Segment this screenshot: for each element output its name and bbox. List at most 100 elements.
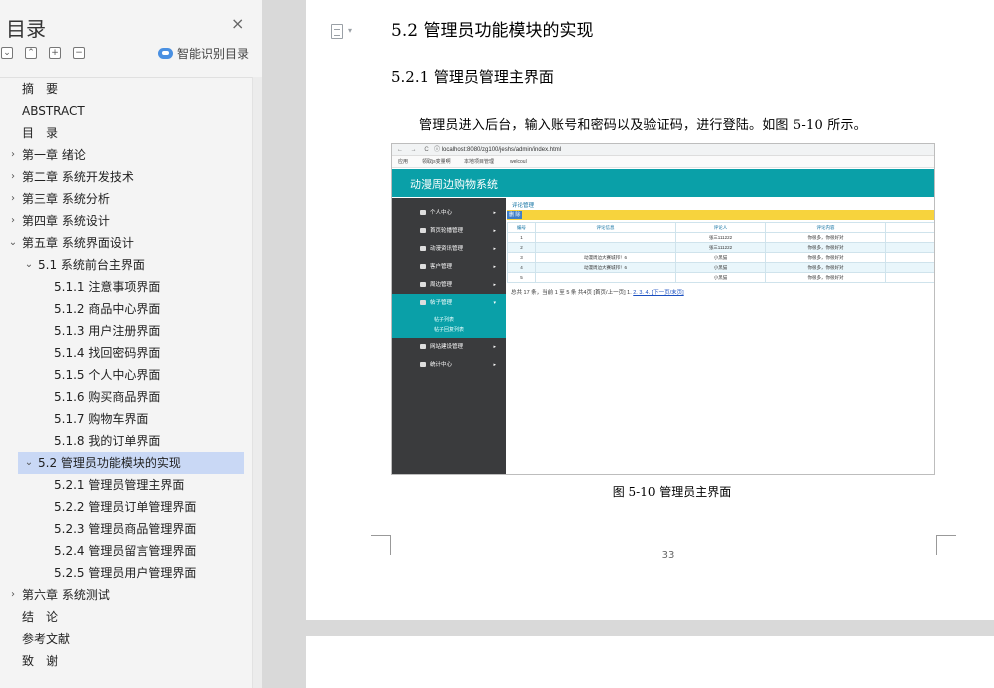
toc-item-label: 第四章 系统设计	[22, 214, 110, 228]
table-row: 3 动漫周边大赛城邦！6 小黑猫 你很多，你很好对	[507, 252, 934, 263]
app-title: 动漫周边购物系统	[410, 179, 498, 191]
menu-icon	[420, 300, 426, 305]
breadcrumb: 评论管理	[512, 203, 535, 209]
table-cell-spacer	[885, 252, 934, 263]
toc-item-label: 目 录	[22, 126, 59, 140]
next-page	[306, 636, 994, 688]
body-paragraph: 管理员进入后台，输入账号和密码以及验证码，进行登陆。如图 5-10 所示。	[419, 118, 867, 133]
expand-up-icon[interactable]: ⌃	[25, 47, 37, 59]
table-cell: 张三111222	[675, 232, 766, 243]
toc-item[interactable]: 5.1.1 注意事项界面	[54, 276, 160, 298]
toc-item[interactable]: ⌄ 5.1 系统前台主界面	[25, 254, 145, 276]
toc-item[interactable]: 摘 要	[22, 78, 58, 100]
pagination: 总共 17 条，当前 1 至 5 条 共4页 [首页/上一页] 1. 2. 3.…	[511, 288, 684, 296]
table-cell: 动漫周边大赛城邦！6	[535, 262, 676, 273]
table-row: 5 小黑猫 你很多，你很好对	[507, 272, 934, 283]
toc-item-label: 5.1 系统前台主界面	[38, 258, 145, 272]
browser-url: ⓘ localhost:8080/zg100/jeshs/admin/index…	[434, 147, 562, 153]
table-cell: 4	[507, 262, 536, 273]
chevron-right-icon[interactable]: ›	[7, 584, 19, 606]
table-cell: 张三111222	[675, 242, 766, 253]
admin-menu-item: 首页轮播管理 ▸	[392, 222, 506, 240]
admin-menu-item: 统计中心 ▸	[392, 356, 506, 374]
close-icon[interactable]: ×	[231, 16, 244, 32]
table-header: 评论人	[675, 222, 766, 233]
chevron-right-icon[interactable]: ›	[7, 210, 19, 232]
table-cell-spacer	[885, 262, 934, 273]
table-cell: 2	[507, 242, 536, 253]
table-cell: 动漫周边大赛城邦！6	[535, 252, 676, 263]
toc-item[interactable]: › 第四章 系统设计	[11, 210, 110, 232]
toc-item[interactable]: › 第二章 系统开发技术	[11, 166, 134, 188]
table-cell	[535, 232, 676, 243]
remove-heading-icon[interactable]: −	[73, 47, 85, 59]
chevron-right-icon[interactable]: ›	[7, 188, 19, 210]
admin-menu-label: 统计中心	[430, 362, 453, 368]
chevron-down-icon[interactable]: ⌄	[7, 232, 19, 254]
toc-item-label: 第一章 绪论	[22, 148, 86, 162]
toc-item[interactable]: 5.2.2 管理员订单管理界面	[54, 496, 196, 518]
menu-arrow-icon: ▸	[493, 246, 496, 252]
admin-menu-label: 周边管理	[430, 282, 453, 288]
toc-item[interactable]: 5.1.6 购买商品界面	[54, 386, 160, 408]
toc-item[interactable]: 5.1.8 我的订单界面	[54, 430, 160, 452]
toc-item-label: 致 谢	[22, 654, 59, 668]
toc-item[interactable]: ⌄ 第五章 系统界面设计	[9, 232, 134, 254]
toc-item[interactable]: 5.2.5 管理员用户管理界面	[54, 562, 196, 584]
smart-toc-label: 智能识别目录	[177, 47, 250, 61]
toc-item[interactable]: 5.1.2 商品中心界面	[54, 298, 160, 320]
subsection-heading: 5.2.1 管理员管理主界面	[391, 68, 554, 86]
toc-item[interactable]: ABSTRACT	[22, 100, 85, 122]
chevron-right-icon[interactable]: ›	[7, 166, 19, 188]
toc-item[interactable]: 5.2.3 管理员商品管理界面	[54, 518, 196, 540]
toc-item-label: 5.1.8 我的订单界面	[54, 434, 161, 448]
table-cell: 3	[507, 252, 536, 263]
admin-menu-label: 网站建设管理	[430, 344, 464, 350]
table-header: 评论内容	[765, 222, 886, 233]
toc-item[interactable]: › 第一章 绪论	[11, 144, 86, 166]
menu-icon	[420, 362, 426, 367]
toc-item[interactable]: › 第三章 系统分析	[11, 188, 110, 210]
smart-toc-button[interactable]: 智能识别目录	[158, 45, 249, 62]
chevron-down-icon[interactable]: ⌄	[23, 452, 35, 474]
toc-item[interactable]: 5.1.4 找回密码界面	[54, 342, 160, 364]
chevron-down-icon[interactable]: ⌄	[23, 254, 35, 276]
document-view-icon[interactable]	[331, 24, 343, 39]
table-cell: 你很多，你很好对	[765, 242, 886, 253]
menu-arrow-icon: ▸	[493, 362, 496, 368]
table-cell: 1	[507, 232, 536, 243]
admin-sidebar: 个人中心 ▸ 首页轮播管理 ▸ 动漫资讯管理 ▸ 客户管理 ▸ 周边管理 ▸ 帖子管理 ▾ 网站建设管理…	[392, 198, 506, 474]
menu-icon	[420, 228, 426, 233]
toc-item[interactable]: ⌄ 5.2 管理员功能模块的实现	[18, 452, 244, 474]
admin-submenu-item: 帖子回复列表	[434, 327, 465, 333]
toc-item[interactable]: › 第六章 系统测试	[11, 584, 110, 606]
toc-item[interactable]: 5.1.5 个人中心界面	[54, 364, 160, 386]
toc-item[interactable]: 参考文献	[22, 628, 70, 650]
wps-reader-window: 目录 × ⌄ ⌃ + − 智能识别目录 摘 要 ABSTRACT 目 录 › 第一章 绪…	[0, 0, 994, 688]
toc-item[interactable]: 致 谢	[22, 650, 58, 672]
table-cell: 小黑猫	[675, 262, 766, 273]
menu-icon	[420, 264, 426, 269]
toc-item[interactable]: 结 论	[22, 606, 58, 628]
toc-item[interactable]: 目 录	[22, 122, 58, 144]
toc-item[interactable]: 5.2.1 管理员管理主界面	[54, 474, 184, 496]
menu-arrow-icon: ▸	[493, 210, 496, 216]
admin-submenu: 帖子列表 帖子回复列表	[392, 312, 506, 338]
browser-nav-icons: ← → C	[397, 147, 432, 153]
collapse-all-icon[interactable]: ⌄	[1, 47, 13, 59]
pagination-links: 2. 3. 4. [下一页/末页]	[633, 290, 684, 296]
table-cell	[535, 242, 676, 253]
admin-menu-item: 周边管理 ▸	[392, 276, 506, 294]
toc-item[interactable]: 5.2.4 管理员留言管理界面	[54, 540, 196, 562]
document-page: ▾ 5.2 管理员功能模块的实现 5.2.1 管理员管理主界面 管理员进入后台，…	[306, 0, 994, 620]
chevron-down-icon[interactable]: ▾	[348, 26, 352, 35]
menu-icon	[420, 246, 426, 251]
toc-item[interactable]: 5.1.3 用户注册界面	[54, 320, 160, 342]
chevron-right-icon[interactable]: ›	[7, 144, 19, 166]
bookmark-item: 领取js变量啊	[422, 159, 451, 165]
toc-item[interactable]: 5.1.7 购物车界面	[54, 408, 148, 430]
toc-scrollbar[interactable]	[252, 77, 262, 688]
add-heading-icon[interactable]: +	[49, 47, 61, 59]
toc-item-label: 参考文献	[22, 632, 71, 646]
toc-item-label: 5.2.2 管理员订单管理界面	[54, 500, 197, 514]
